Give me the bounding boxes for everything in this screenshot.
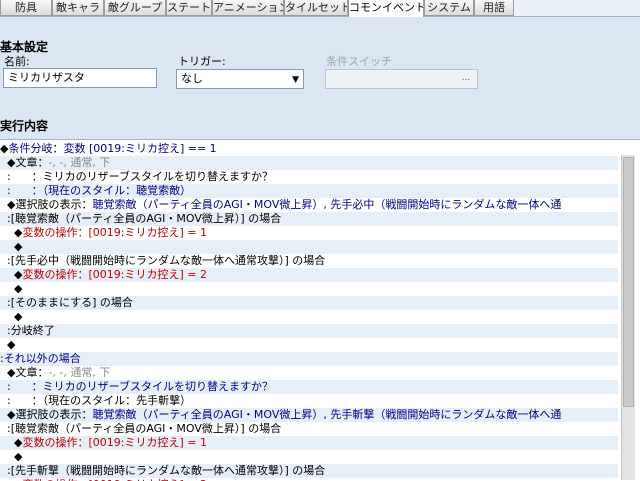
tab-2[interactable]: 敵グループ [104,0,166,16]
command-row[interactable]: ◆選択肢の表示：聴覚索敵（パーティ全員のAGI・MOV微上昇）, 先手必中（戦闘… [0,198,618,212]
command-row[interactable]: :分岐終了 [0,324,618,338]
commands-title: 実行内容 [0,119,49,133]
tab-3[interactable]: ステート [166,0,212,16]
command-text: 文章： [15,366,49,379]
tab-4[interactable]: アニメーション [212,0,284,16]
tab-bar: 防具 敵キャラ 敵グループ ステート アニメーション タイルセット コモンイベント システム用… [0,0,640,17]
command-text: : ：（現在のスタイル：聴覚索敵） [0,184,192,197]
command-text: ◆ [0,338,16,351]
tab-0[interactable]: 防具 [0,0,52,16]
command-row[interactable]: ◆ [0,282,618,296]
condition-switch-field: ... [325,69,478,89]
command-text: ◆ [0,282,23,295]
command-text: :[先手斬撃（戦闘開始時にランダムな敵一体へ通常攻撃）] の場合 [0,464,326,477]
command-text: : ：ミリカのリザーブスタイルを切り替えますか？ [0,170,274,183]
command-row[interactable]: ◆条件分岐：変数 [0019:ミリカ控え] == 1 [0,142,618,156]
command-row[interactable]: ◆ [0,338,618,352]
command-text: 選択肢の表示： [15,408,93,421]
command-text: 文章： [15,156,49,169]
command-text: ◆ [0,310,23,323]
command-text: :[聴覚索敵（パーティ全員のAGI・MOV微上昇）] の場合 [0,422,282,435]
command-row[interactable]: : ：（現在のスタイル：聴覚索敵） [0,184,618,198]
command-row[interactable]: ◆変数の操作：[0019:ミリカ控え] = 1 [0,226,618,240]
command-text: :分岐終了 [0,324,55,337]
command-text: 変数の操作：[0019:ミリカ控え] = 1 [22,226,207,239]
command-row[interactable]: ◆変数の操作：[0019:ミリカ控え] = 2 [0,268,618,282]
command-text: : ：ミリカのリザーブスタイルを切り替えますか？ [0,380,274,393]
command-text: 聴覚索敵（パーティ全員のAGI・MOV微上昇）, 先手必中（戦闘開始時にランダム… [92,198,562,211]
trigger-value: なし [181,72,203,85]
command-row[interactable]: ◆ [0,450,618,464]
command-list[interactable]: ◆条件分岐：変数 [0019:ミリカ控え] == 1 ◆文章：-, -, 通常,… [0,139,640,481]
command-text: ◆ [0,436,23,449]
command-text: ◆ [0,450,23,463]
command-text: : ：（現在のスタイル：先手斬撃） [0,394,192,407]
command-text: -, -, 通常, 下 [48,366,111,379]
name-label: 名前: [4,55,30,68]
command-row[interactable]: ◆文章：-, -, 通常, 下 [0,156,618,170]
command-row[interactable]: :[先手必中（戦闘開始時にランダムな敵一体へ通常攻撃）] の場合 [0,254,618,268]
command-text: 変数の操作：[0019:ミリカ控え] = 1 [22,436,207,449]
tab-7[interactable]: システム [424,0,474,16]
command-text: それ以外の場合 [3,352,81,365]
command-row[interactable]: ◆ [0,310,618,324]
command-row[interactable]: :[聴覚索敵（パーティ全員のAGI・MOV微上昇）] の場合 [0,212,618,226]
command-text: 聴覚索敵（パーティ全員のAGI・MOV微上昇）, 先手斬撃（戦闘開始時にランダム… [92,408,562,421]
command-row[interactable]: : ：（現在のスタイル：先手斬撃） [0,394,618,408]
tab-6[interactable]: コモンイベント [348,0,424,17]
command-text: ◆ [0,408,16,421]
command-row[interactable]: ◆選択肢の表示：聴覚索敵（パーティ全員のAGI・MOV微上昇）, 先手斬撃（戦闘… [0,408,618,422]
condition-switch-label: 条件スイッチ [326,55,392,68]
switch-browse-button: ... [461,73,471,83]
command-row[interactable]: ◆文章：-, -, 通常, 下 [0,366,618,380]
command-row[interactable]: : ：ミリカのリザーブスタイルを切り替えますか？ [0,170,618,184]
command-text: ◆ [0,240,23,253]
command-row[interactable]: :それ以外の場合 [0,352,618,366]
command-text: ◆ [0,226,23,239]
command-row[interactable]: : ：ミリカのリザーブスタイルを切り替えますか？ [0,380,618,394]
trigger-label: トリガー: [178,55,226,68]
tab-8[interactable]: 用語 [474,0,514,16]
name-input[interactable]: ミリカリザスタ [3,68,157,88]
trigger-select[interactable]: なし ▼ [176,69,304,89]
command-text: ◆ [0,268,23,281]
command-row[interactable]: ◆ [0,240,618,254]
command-row[interactable]: ◆変数の操作：[0019:ミリカ控え] = 1 [0,436,618,450]
tab-5[interactable]: タイルセット [284,0,348,16]
tab-1[interactable]: 敵キャラ [52,0,104,16]
command-text: ◆ [0,198,16,211]
command-text: ◆ [0,156,16,169]
command-text: 選択肢の表示： [15,198,93,211]
command-row[interactable]: :[そのままにする] の場合 [0,296,618,310]
command-text: :[先手必中（戦闘開始時にランダムな敵一体へ通常攻撃）] の場合 [0,254,326,267]
command-text: :[聴覚索敵（パーティ全員のAGI・MOV微上昇）] の場合 [0,212,282,225]
command-text: -, -, 通常, 下 [48,156,111,169]
chevron-down-icon: ▼ [292,75,299,85]
vertical-scrollbar[interactable] [621,155,635,480]
command-row[interactable]: :[先手斬撃（戦闘開始時にランダムな敵一体へ通常攻撃）] の場合 [0,464,618,478]
command-text: :[そのままにする] の場合 [0,296,133,309]
command-text: ◆ [0,366,16,379]
command-row[interactable]: :[聴覚索敵（パーティ全員のAGI・MOV微上昇）] の場合 [0,422,618,436]
command-text: 条件分岐：変数 [0019:ミリカ控え] == 1 [8,142,217,155]
command-text: 変数の操作：[0019:ミリカ控え] = 2 [22,268,207,281]
scrollbar-thumb[interactable] [623,157,634,407]
